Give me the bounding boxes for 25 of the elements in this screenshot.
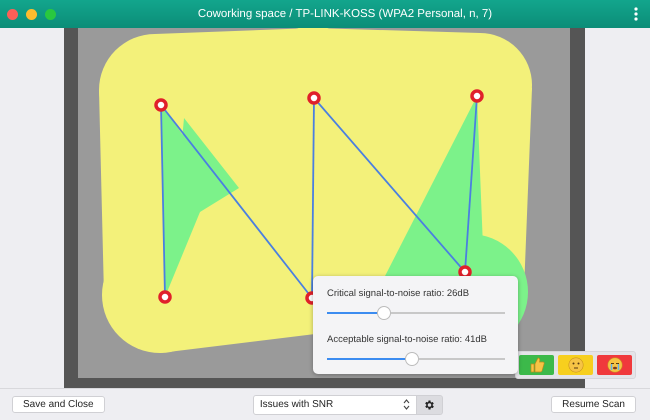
- slider-thumb[interactable]: [376, 306, 391, 320]
- stepper-arrows-icon: [402, 399, 410, 410]
- crying-face-icon: [606, 357, 622, 373]
- view-dropdown[interactable]: Issues with SNR: [252, 394, 417, 414]
- thinking-face-icon: [568, 357, 584, 373]
- minimize-button[interactable]: [26, 8, 37, 20]
- thumbs-up-icon: [528, 357, 544, 373]
- slider-label: Critical signal-to-noise ratio: 26dB: [327, 288, 470, 299]
- slider-label: Acceptable signal-to-noise ratio: 41dB: [327, 334, 488, 345]
- save-and-close-button[interactable]: Save and Close: [12, 396, 105, 413]
- scan-point-marker[interactable]: [307, 91, 321, 105]
- more-menu-icon[interactable]: [634, 7, 638, 21]
- settings-button[interactable]: [416, 394, 443, 414]
- rating-button[interactable]: [519, 355, 554, 375]
- resume-scan-button[interactable]: Resume Scan: [551, 396, 636, 413]
- scan-point-marker[interactable]: [458, 265, 472, 279]
- rating-button[interactable]: [558, 355, 593, 375]
- window-title: Coworking space / TP-LINK-KOSS (WPA2 Personal, n, 7): [196, 8, 494, 20]
- slider-thumb[interactable]: [405, 352, 420, 366]
- scan-point-marker[interactable]: [158, 290, 172, 304]
- zoom-button[interactable]: [45, 8, 56, 20]
- settings-icon: [423, 398, 436, 410]
- rating-button[interactable]: [597, 355, 632, 375]
- scan-point-marker[interactable]: [470, 89, 484, 103]
- scan-point-marker[interactable]: [154, 98, 168, 112]
